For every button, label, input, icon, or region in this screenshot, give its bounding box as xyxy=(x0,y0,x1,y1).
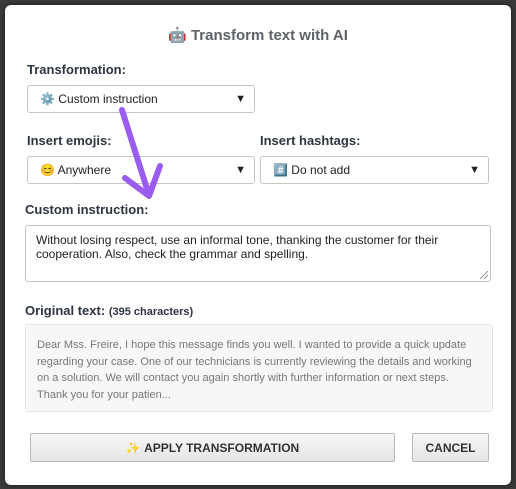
resize-handle-icon[interactable] xyxy=(480,271,488,279)
character-count: (395 characters) xyxy=(108,306,194,318)
robot-icon: 🤖 xyxy=(168,27,187,44)
cancel-button[interactable]: CANCEL xyxy=(412,433,489,462)
chevron-down-icon: ▼ xyxy=(235,164,246,176)
emojis-label: Insert emojis: xyxy=(27,133,112,148)
chevron-down-icon: ▼ xyxy=(469,164,480,176)
emojis-value: Anywhere xyxy=(57,163,111,177)
chevron-down-icon: ▼ xyxy=(235,93,246,105)
transformation-select[interactable]: ⚙️ Custom instruction ▼ xyxy=(27,85,255,113)
custom-instruction-value: Without losing respect, use an informal … xyxy=(36,233,439,261)
dialog-title-text: Transform text with AI xyxy=(190,27,348,44)
sparkles-icon: ✨ xyxy=(125,440,141,455)
hashtags-label: Insert hashtags: xyxy=(260,133,361,148)
transformation-label: Transformation: xyxy=(27,62,126,77)
original-text-value: Dear Mss. Freire, I hope this message fi… xyxy=(37,339,472,401)
transformation-value: Custom instruction xyxy=(58,92,158,106)
emojis-select[interactable]: 😊 Anywhere ▼ xyxy=(27,156,255,184)
hashtag-icon: #️⃣ xyxy=(273,163,288,177)
transform-dialog: 🤖 Transform text with AI Transformation:… xyxy=(5,5,511,485)
original-text-label-text: Original text: xyxy=(25,303,106,318)
original-text-preview: Dear Mss. Freire, I hope this message fi… xyxy=(25,324,493,412)
gear-icon: ⚙️ xyxy=(40,92,55,106)
original-text-label: Original text: (395 characters) xyxy=(25,303,193,318)
apply-transformation-button[interactable]: ✨ APPLY TRANSFORMATION xyxy=(30,433,395,462)
hashtags-select[interactable]: #️⃣ Do not add ▼ xyxy=(260,156,489,184)
custom-instruction-label: Custom instruction: xyxy=(25,202,149,217)
apply-label: APPLY TRANSFORMATION xyxy=(144,440,300,455)
cancel-label: CANCEL xyxy=(425,440,476,455)
custom-instruction-textarea[interactable]: Without losing respect, use an informal … xyxy=(25,225,491,282)
hashtags-value: Do not add xyxy=(291,163,351,177)
smile-icon: 😊 xyxy=(40,163,55,177)
dialog-title: 🤖 Transform text with AI xyxy=(5,26,511,44)
